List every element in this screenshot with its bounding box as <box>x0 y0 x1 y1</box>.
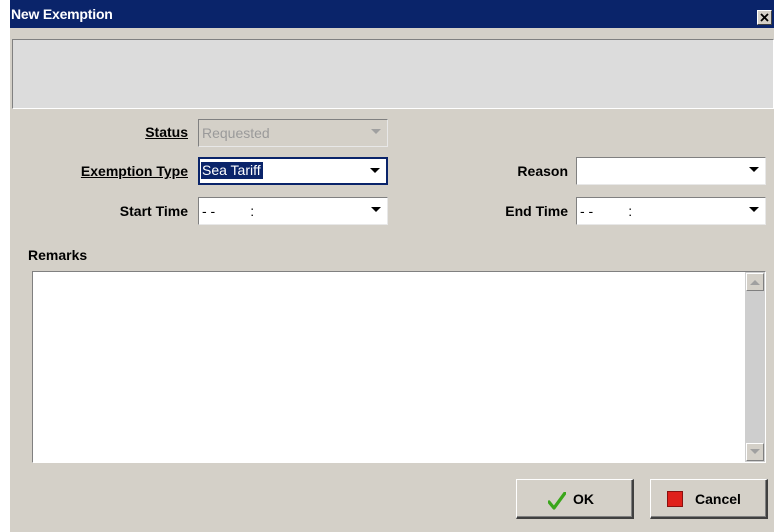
reason-select[interactable] <box>576 157 766 185</box>
scroll-down-button[interactable] <box>746 443 764 461</box>
status-label: Status <box>145 124 188 140</box>
chevron-down-icon[interactable] <box>371 207 381 213</box>
vertical-scrollbar[interactable] <box>745 272 765 462</box>
chevron-down-icon[interactable] <box>749 207 759 213</box>
dialog-title: New Exemption <box>11 6 113 22</box>
exemption-type-select[interactable]: Sea Tariff <box>198 157 388 185</box>
cancel-button[interactable]: Cancel <box>650 479 768 519</box>
scroll-up-arrow-icon <box>750 280 760 285</box>
exemption-type-value: Sea Tariff <box>201 162 263 179</box>
red-square-stop-icon <box>667 491 683 507</box>
message-panel <box>12 39 774 109</box>
exemption-type-label: Exemption Type <box>80 163 188 179</box>
end-time-picker[interactable]: - - : <box>576 197 766 225</box>
status-value: Requested <box>202 125 270 141</box>
title-bar[interactable]: New Exemption <box>10 0 774 28</box>
chevron-down-icon <box>371 129 381 134</box>
new-exemption-dialog: New Exemption Status Requested Exemption… <box>10 0 774 532</box>
end-time-value: - - : <box>580 203 633 219</box>
ok-button[interactable]: OK <box>516 479 634 519</box>
ok-button-label: OK <box>573 491 594 507</box>
chevron-down-icon[interactable] <box>370 168 380 174</box>
remarks-textarea[interactable] <box>32 271 766 463</box>
reason-label: Reason <box>517 163 568 179</box>
scroll-up-button[interactable] <box>746 273 764 291</box>
start-time-value: - - : <box>202 203 255 219</box>
checkmark-icon <box>548 492 566 510</box>
start-time-label: Start Time <box>119 203 188 219</box>
close-button[interactable] <box>757 10 772 25</box>
cancel-button-label: Cancel <box>695 491 741 507</box>
start-time-picker[interactable]: - - : <box>198 197 388 225</box>
chevron-down-icon[interactable] <box>749 167 759 173</box>
end-time-label: End Time <box>505 203 568 219</box>
status-select: Requested <box>198 119 388 147</box>
remarks-label: Remarks <box>28 247 88 263</box>
close-icon <box>760 13 769 22</box>
scroll-down-arrow-icon <box>750 449 760 454</box>
